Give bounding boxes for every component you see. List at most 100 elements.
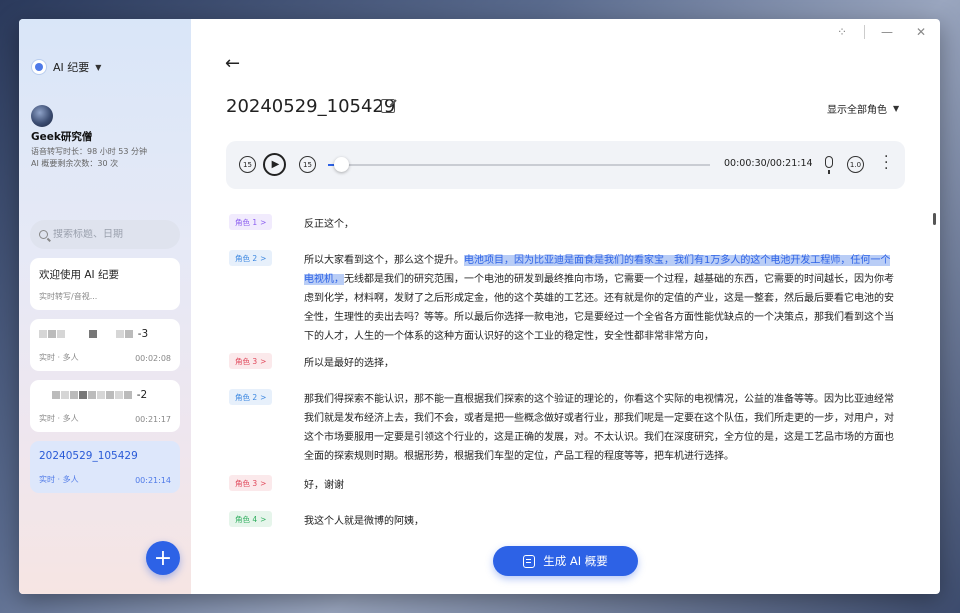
redacted-block bbox=[116, 330, 125, 338]
record-title: -2 bbox=[39, 389, 171, 401]
page-title: 20240529_105429 bbox=[226, 96, 396, 117]
skip-forward-button[interactable]: 15 bbox=[299, 156, 316, 173]
play-button[interactable]: ▶ bbox=[263, 153, 286, 176]
role-label: 角色 3 bbox=[235, 478, 258, 488]
segment-text: 反正这个， bbox=[304, 215, 900, 234]
segment-text-content: 那我们得探索不能认识，那不能一直根据我们探索的这个验证的理论的，你看这个实际的电… bbox=[304, 394, 894, 462]
playback-time: 00:00:30/00:21:14 bbox=[724, 158, 813, 169]
role-tag[interactable]: 角色 1 > bbox=[229, 214, 273, 230]
redacted-block bbox=[115, 391, 124, 399]
generate-summary-button[interactable]: 生成 AI 概要 bbox=[493, 546, 638, 576]
avatar[interactable] bbox=[31, 105, 53, 127]
search-input[interactable] bbox=[53, 229, 171, 240]
record-subtitle: 实时 · 多人 bbox=[39, 353, 79, 362]
search-box[interactable] bbox=[30, 220, 180, 249]
redacted-block bbox=[61, 391, 70, 399]
more-options-icon[interactable]: · · · bbox=[884, 150, 888, 176]
summary-quota: AI 概要剩余次数：30 次 bbox=[31, 159, 119, 168]
record-card-active[interactable]: 20240529_105429 实时 · 多人 00:21:14 bbox=[30, 441, 180, 493]
record-duration: 00:21:14 bbox=[135, 476, 171, 485]
grid-icon[interactable]: ⁘ bbox=[837, 25, 847, 39]
segment-text-content: 好，谢谢 bbox=[304, 480, 344, 491]
window-control-divider bbox=[864, 25, 865, 39]
segment-text-content: 所以大家看到这个，那么这个提升。 bbox=[304, 255, 464, 266]
record-title: -3 bbox=[39, 328, 171, 340]
app-logo-icon bbox=[31, 59, 47, 75]
record-duration: 00:02:08 bbox=[135, 354, 171, 363]
role-tag[interactable]: 角色 2 > bbox=[229, 389, 273, 405]
segment-text: 好，谢谢 bbox=[304, 476, 900, 495]
skip-back-button[interactable]: 15 bbox=[239, 156, 256, 173]
segment-text: 那我们得探索不能认识，那不能一直根据我们探索的这个验证的理论的，你看这个实际的电… bbox=[304, 390, 900, 466]
app-name: AI 纪要 bbox=[53, 61, 90, 74]
app-window: AI 纪要 ▼ Geek研究僧 语音转写时长：98 小时 53 分钟 AI 概要… bbox=[19, 19, 940, 594]
role-tag[interactable]: 角色 3 > bbox=[229, 475, 273, 491]
minimize-button[interactable]: — bbox=[881, 25, 893, 39]
redacted-block bbox=[79, 391, 88, 399]
search-icon bbox=[39, 230, 48, 239]
transcript-list: 角色 1 > 反正这个， 角色 2 > 所以大家看到这个，那么这个提升。电池项目，因… bbox=[226, 211, 906, 551]
username: Geek研究僧 bbox=[31, 131, 93, 143]
segment-text-content: 我这个人就是微博的阿姨， bbox=[304, 516, 424, 527]
redacted-block bbox=[124, 391, 133, 399]
record-title: 20240529_105429 bbox=[39, 450, 138, 462]
progress-track[interactable] bbox=[328, 164, 710, 166]
role-label: 角色 2 bbox=[235, 253, 258, 263]
chevron-right-icon: > bbox=[260, 217, 267, 227]
chevron-right-icon: > bbox=[260, 514, 267, 524]
transcript-segment: 角色 3 > 好，谢谢 bbox=[226, 475, 906, 495]
redacted-block bbox=[106, 391, 115, 399]
role-filter-dropdown[interactable]: 显示全部角色 ▼ bbox=[827, 101, 899, 116]
audio-player: 15 ▶ 15 00:00:30/00:21:14 1.0 · · · bbox=[226, 141, 905, 189]
record-subtitle: 实时 · 多人 bbox=[39, 475, 79, 484]
redacted-block bbox=[57, 330, 65, 338]
redacted-block bbox=[70, 391, 79, 399]
redacted-block bbox=[88, 330, 97, 338]
chevron-right-icon: > bbox=[260, 392, 267, 402]
redacted-block bbox=[125, 330, 134, 338]
summary-doc-icon bbox=[523, 554, 536, 568]
close-button[interactable]: ✕ bbox=[916, 25, 926, 39]
record-title: 欢迎使用 AI 纪要 bbox=[39, 269, 119, 281]
transcript-segment: 角色 1 > 反正这个， bbox=[226, 214, 906, 234]
edit-icon[interactable] bbox=[381, 99, 395, 113]
chevron-right-icon: > bbox=[260, 478, 267, 488]
segment-text: 所以大家看到这个，那么这个提升。电池项目，因为比亚迪是面食是我们的看家宝，我们有… bbox=[304, 251, 900, 346]
segment-text-content: 反正这个， bbox=[304, 219, 354, 230]
progress-handle[interactable] bbox=[334, 157, 349, 172]
segment-text-content: 无线都是我们的研究范围，一个电池的研发到最终推向市场，它需要一个过程，越基础的东… bbox=[304, 274, 894, 342]
redacted-block bbox=[52, 391, 61, 399]
chevron-right-icon: > bbox=[260, 356, 267, 366]
record-duration: 00:21:17 bbox=[135, 415, 171, 424]
transcript-segment: 角色 4 > 我这个人就是微博的阿姨， bbox=[226, 511, 906, 531]
sidebar: AI 纪要 ▼ Geek研究僧 语音转写时长：98 小时 53 分钟 AI 概要… bbox=[19, 19, 191, 594]
playback-speed-button[interactable]: 1.0 bbox=[847, 156, 864, 173]
segment-text-content: 所以是最好的选择， bbox=[304, 358, 394, 369]
segment-text: 我这个人就是微博的阿姨， bbox=[304, 512, 900, 531]
record-card-3[interactable]: -3 实时 · 多人 00:02:08 bbox=[30, 319, 180, 371]
transcript-segment: 角色 3 > 所以是最好的选择， bbox=[226, 353, 906, 373]
role-label: 角色 3 bbox=[235, 356, 258, 366]
back-arrow-icon[interactable]: ← bbox=[225, 53, 240, 74]
app-switcher[interactable]: AI 纪要 ▼ bbox=[31, 59, 101, 75]
caret-down-icon: ▼ bbox=[95, 62, 102, 72]
record-subtitle: 实时转写/音视... bbox=[39, 292, 98, 301]
transcript-segment: 角色 2 > 那我们得探索不能认识，那不能一直根据我们探索的这个验证的理论的，你看… bbox=[226, 389, 906, 466]
segment-text: 所以是最好的选择， bbox=[304, 354, 900, 373]
role-filter-label: 显示全部角色 bbox=[827, 105, 887, 116]
record-card-2[interactable]: -2 实时 · 多人 00:21:17 bbox=[30, 380, 180, 432]
transcribe-quota: 语音转写时长：98 小时 53 分钟 bbox=[31, 147, 147, 156]
role-tag[interactable]: 角色 4 > bbox=[229, 511, 273, 527]
microphone-icon[interactable] bbox=[825, 156, 833, 174]
caret-down-icon: ▼ bbox=[893, 104, 900, 113]
scrollbar[interactable] bbox=[933, 213, 936, 225]
new-record-button[interactable]: + bbox=[146, 541, 180, 575]
role-tag[interactable]: 角色 2 > bbox=[229, 250, 273, 266]
role-tag[interactable]: 角色 3 > bbox=[229, 353, 273, 369]
role-label: 角色 2 bbox=[235, 392, 258, 402]
role-label: 角色 1 bbox=[235, 217, 258, 227]
record-title-suffix: -3 bbox=[137, 328, 149, 340]
record-title-suffix: -2 bbox=[136, 389, 148, 401]
record-card-welcome[interactable]: 欢迎使用 AI 纪要 实时转写/音视... bbox=[30, 258, 180, 310]
record-subtitle: 实时 · 多人 bbox=[39, 414, 79, 423]
